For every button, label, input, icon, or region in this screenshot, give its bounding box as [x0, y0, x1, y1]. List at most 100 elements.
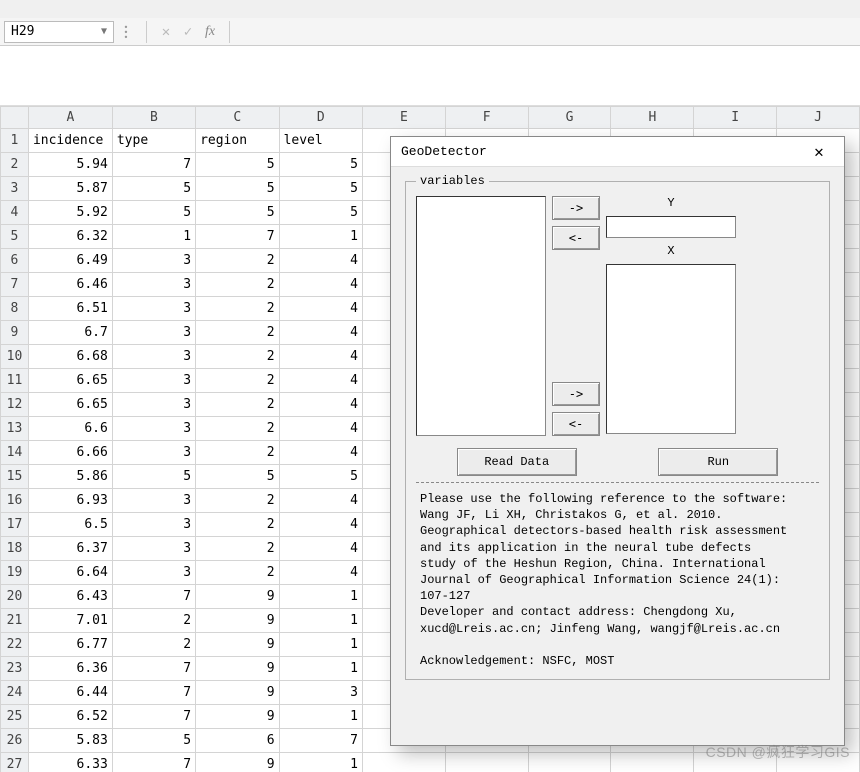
- cell[interactable]: 9: [196, 705, 280, 729]
- cell[interactable]: 5: [279, 153, 362, 177]
- cell[interactable]: [362, 753, 445, 772]
- cell[interactable]: 4: [279, 249, 362, 273]
- quick-insert-icon[interactable]: ●●●: [114, 24, 138, 39]
- row-header[interactable]: 22: [1, 633, 29, 657]
- cell[interactable]: 7: [112, 585, 195, 609]
- cell[interactable]: 7: [112, 681, 195, 705]
- confirm-icon[interactable]: ✓: [177, 24, 199, 40]
- cell[interactable]: 6.7: [28, 321, 112, 345]
- cell[interactable]: 4: [279, 561, 362, 585]
- row-header[interactable]: 25: [1, 705, 29, 729]
- row-header[interactable]: 14: [1, 441, 29, 465]
- dialog-title-bar[interactable]: GeoDetector ✕: [391, 137, 844, 167]
- cell[interactable]: 3: [112, 489, 195, 513]
- cell[interactable]: 3: [112, 345, 195, 369]
- cell[interactable]: 5: [112, 729, 195, 753]
- cell[interactable]: 9: [196, 681, 280, 705]
- row-header[interactable]: 20: [1, 585, 29, 609]
- cell[interactable]: 6.93: [28, 489, 112, 513]
- row-header[interactable]: 15: [1, 465, 29, 489]
- remove-from-x-button[interactable]: <-: [552, 412, 600, 436]
- row-header[interactable]: 24: [1, 681, 29, 705]
- cell[interactable]: 3: [112, 273, 195, 297]
- cell[interactable]: 6: [196, 729, 280, 753]
- cell[interactable]: 4: [279, 441, 362, 465]
- row-header[interactable]: 5: [1, 225, 29, 249]
- cell[interactable]: 5: [279, 465, 362, 489]
- cell[interactable]: 1: [279, 585, 362, 609]
- cell[interactable]: region: [196, 129, 280, 153]
- cell[interactable]: 6.6: [28, 417, 112, 441]
- cell[interactable]: 2: [196, 249, 280, 273]
- row-header[interactable]: 11: [1, 369, 29, 393]
- column-header[interactable]: F: [445, 107, 528, 129]
- cell[interactable]: 5: [112, 201, 195, 225]
- row-header[interactable]: 26: [1, 729, 29, 753]
- cell[interactable]: 5: [196, 153, 280, 177]
- row-header[interactable]: 1: [1, 129, 29, 153]
- row-header[interactable]: 18: [1, 537, 29, 561]
- cell[interactable]: 2: [196, 321, 280, 345]
- cell[interactable]: 9: [196, 585, 280, 609]
- cell[interactable]: level: [279, 129, 362, 153]
- cell[interactable]: 2: [112, 633, 195, 657]
- column-header[interactable]: C: [196, 107, 280, 129]
- cell[interactable]: 2: [196, 489, 280, 513]
- cell[interactable]: 4: [279, 273, 362, 297]
- row-header[interactable]: 13: [1, 417, 29, 441]
- cell[interactable]: 6.36: [28, 657, 112, 681]
- cell[interactable]: 3: [112, 393, 195, 417]
- cell[interactable]: 6.64: [28, 561, 112, 585]
- cell[interactable]: 1: [279, 633, 362, 657]
- cell[interactable]: incidence: [28, 129, 112, 153]
- cell[interactable]: 1: [279, 657, 362, 681]
- cell[interactable]: type: [112, 129, 195, 153]
- cell[interactable]: 6.68: [28, 345, 112, 369]
- column-header[interactable]: J: [777, 107, 860, 129]
- cell[interactable]: 5: [279, 177, 362, 201]
- row-header[interactable]: 7: [1, 273, 29, 297]
- cell[interactable]: 6.49: [28, 249, 112, 273]
- cancel-icon[interactable]: ✕: [155, 24, 177, 40]
- cell[interactable]: [694, 753, 777, 772]
- cell[interactable]: 3: [112, 321, 195, 345]
- cell[interactable]: 1: [279, 705, 362, 729]
- name-box[interactable]: H29 ▼: [4, 21, 114, 43]
- cell[interactable]: 1: [112, 225, 195, 249]
- formula-input[interactable]: [238, 21, 860, 43]
- row-header[interactable]: 2: [1, 153, 29, 177]
- y-variable-box[interactable]: [606, 216, 736, 238]
- cell[interactable]: 6.52: [28, 705, 112, 729]
- column-header[interactable]: I: [694, 107, 777, 129]
- cell[interactable]: 1: [279, 225, 362, 249]
- move-to-y-button[interactable]: ->: [552, 196, 600, 220]
- cell[interactable]: 2: [196, 513, 280, 537]
- cell[interactable]: 7: [112, 153, 195, 177]
- cell[interactable]: 3: [279, 681, 362, 705]
- cell[interactable]: 1: [279, 609, 362, 633]
- cell[interactable]: 6.77: [28, 633, 112, 657]
- cell[interactable]: 6.32: [28, 225, 112, 249]
- row-header[interactable]: 17: [1, 513, 29, 537]
- row-header[interactable]: 23: [1, 657, 29, 681]
- cell[interactable]: 3: [112, 249, 195, 273]
- cell[interactable]: 6.37: [28, 537, 112, 561]
- chevron-down-icon[interactable]: ▼: [101, 26, 107, 37]
- source-variables-list[interactable]: [416, 196, 546, 436]
- row-header[interactable]: 6: [1, 249, 29, 273]
- cell[interactable]: 2: [196, 297, 280, 321]
- row-header[interactable]: 16: [1, 489, 29, 513]
- cell[interactable]: 6.44: [28, 681, 112, 705]
- cell[interactable]: 9: [196, 753, 280, 772]
- close-icon[interactable]: ✕: [804, 142, 834, 162]
- row-header[interactable]: 9: [1, 321, 29, 345]
- row-header[interactable]: 3: [1, 177, 29, 201]
- cell[interactable]: 2: [112, 609, 195, 633]
- cell[interactable]: 7: [279, 729, 362, 753]
- move-to-x-button[interactable]: ->: [552, 382, 600, 406]
- cell[interactable]: 3: [112, 417, 195, 441]
- cell[interactable]: 5: [279, 201, 362, 225]
- cell[interactable]: 7: [112, 705, 195, 729]
- row-header[interactable]: 10: [1, 345, 29, 369]
- cell[interactable]: 7: [112, 657, 195, 681]
